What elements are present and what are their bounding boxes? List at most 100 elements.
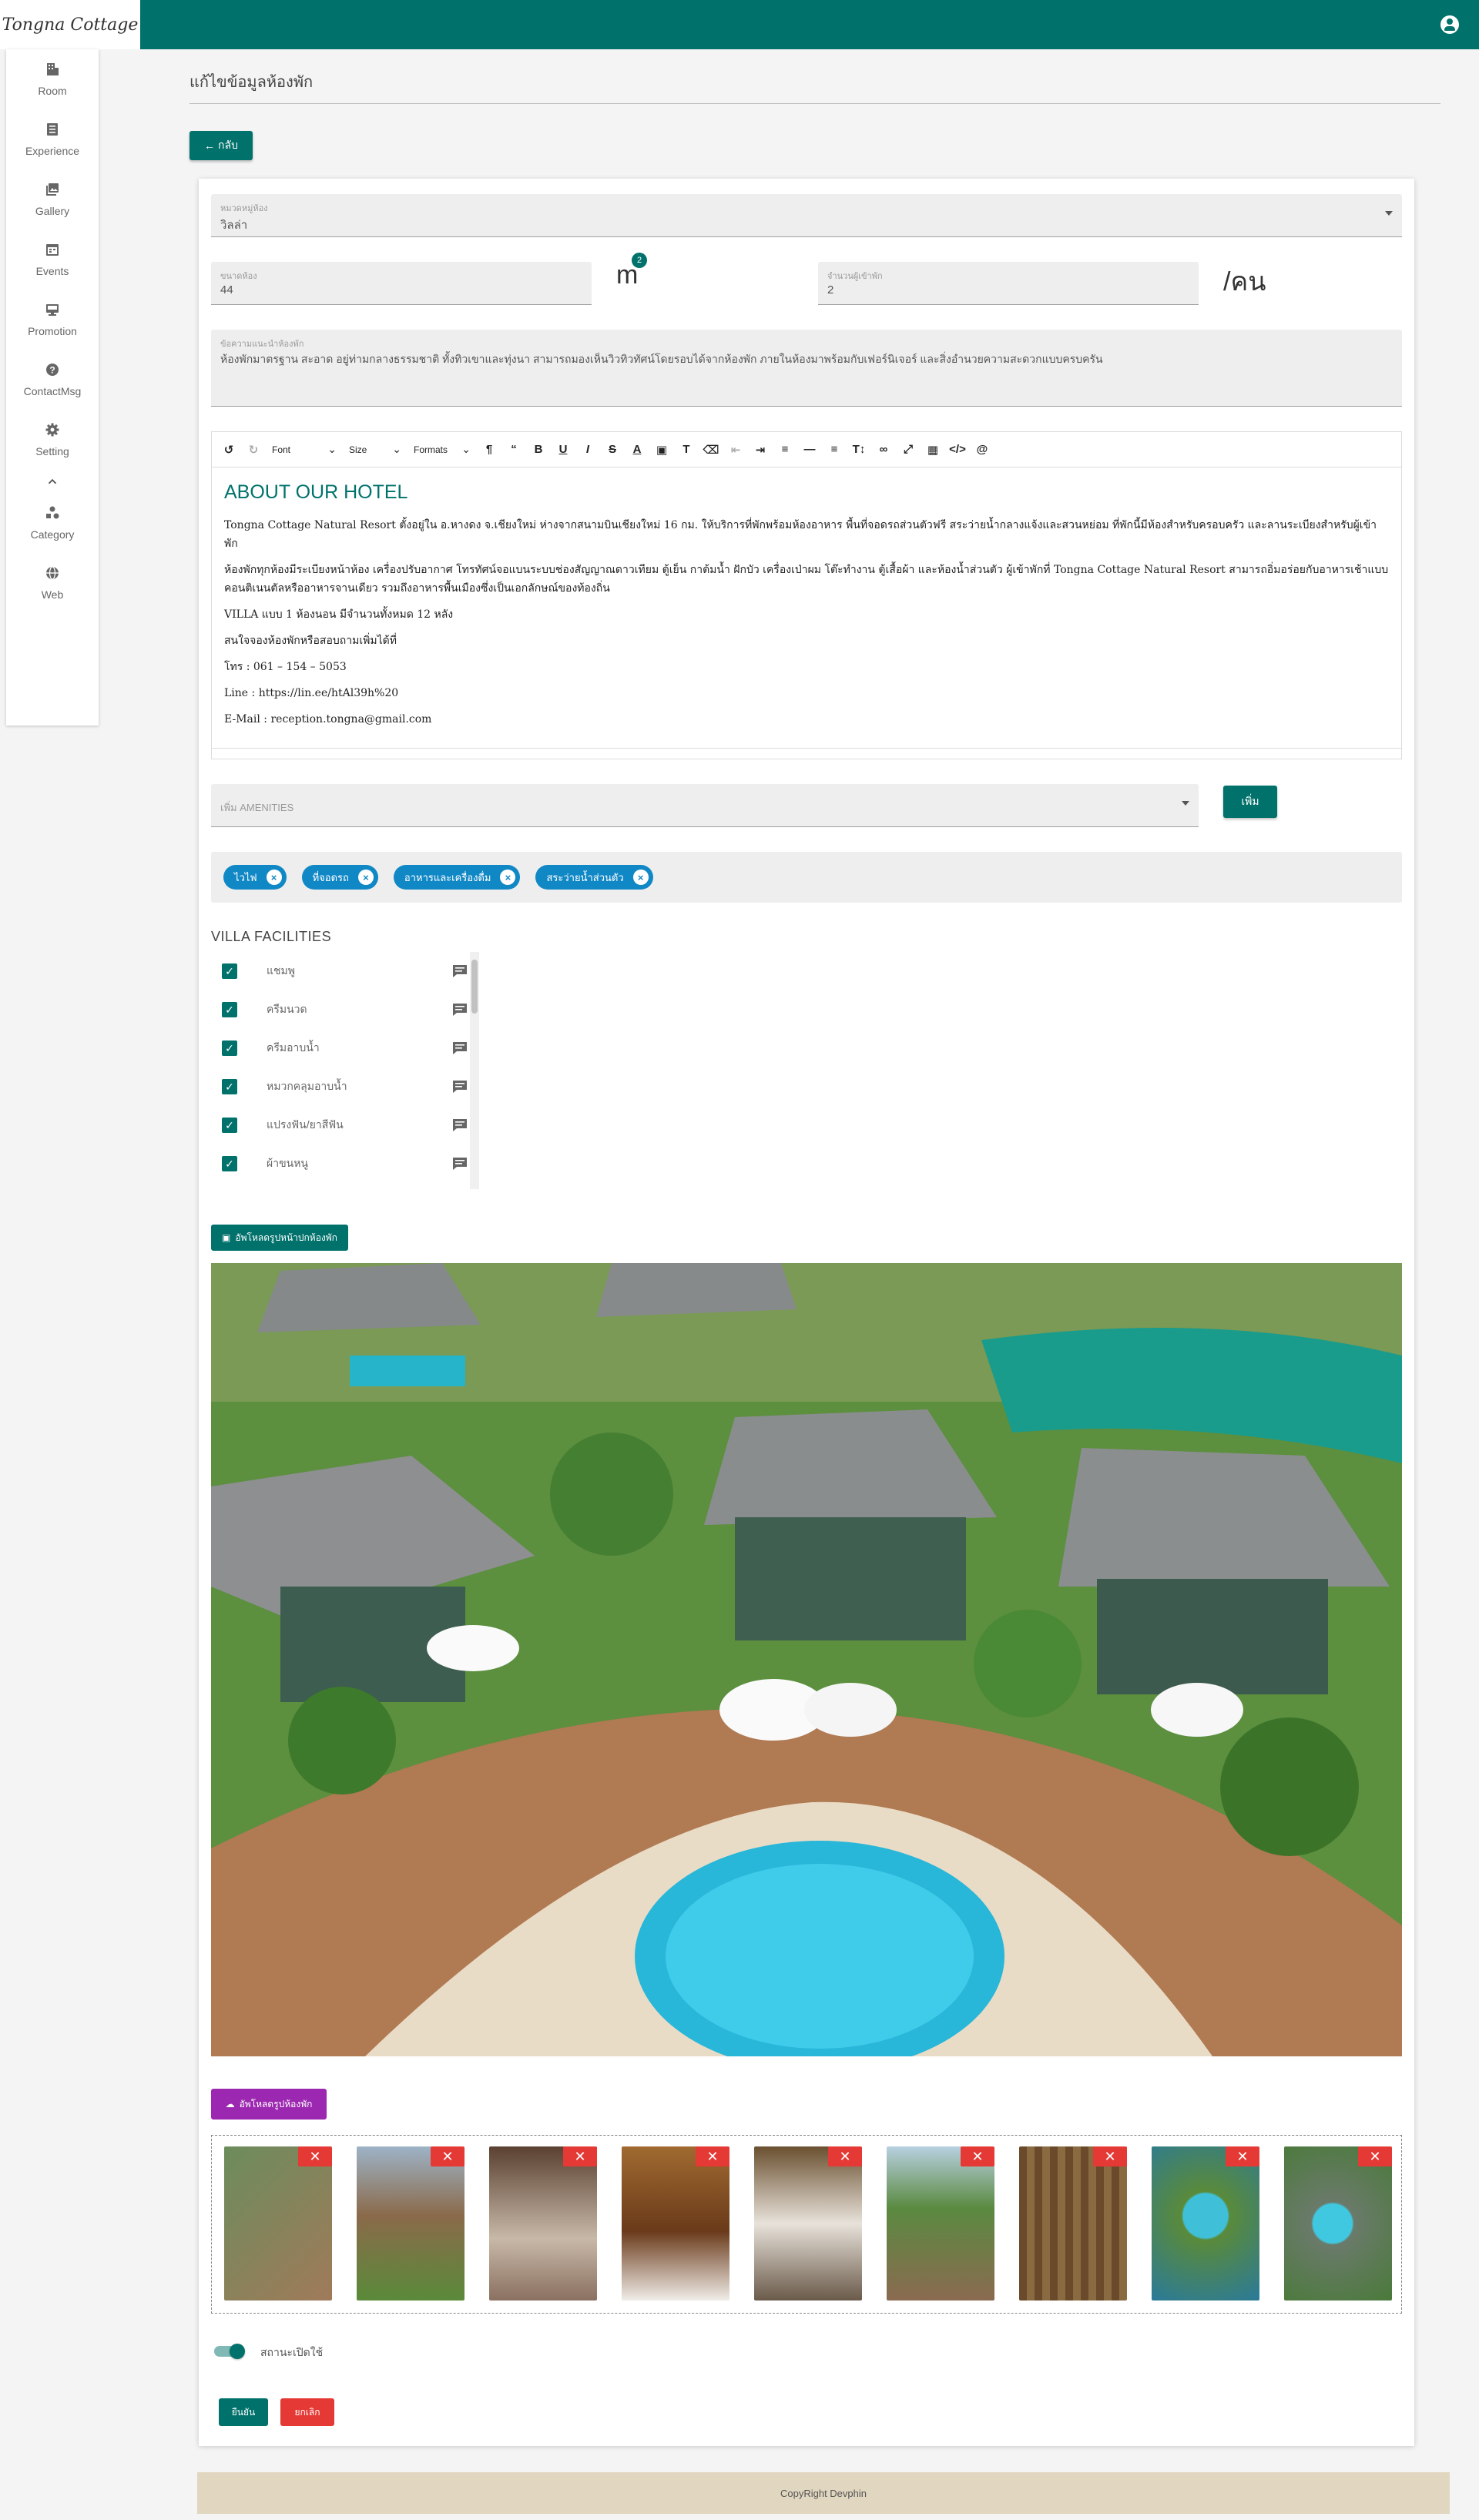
- quote-icon[interactable]: “: [503, 439, 525, 461]
- description-textarea[interactable]: ข้อความแนะนำห้องพัก ห้องพักมาตรฐาน สะอาด…: [211, 330, 1402, 407]
- facility-checkbox[interactable]: ✓: [222, 1002, 237, 1017]
- size-dropdown[interactable]: Size: [344, 439, 406, 461]
- highlight-icon[interactable]: ▣: [651, 439, 672, 461]
- remove-image-icon[interactable]: ✕: [563, 2146, 597, 2166]
- user-account-icon[interactable]: [1440, 15, 1459, 34]
- gallery-thumbnail[interactable]: ✕: [1152, 2146, 1259, 2301]
- status-label: สถานะเปิดใช้: [260, 2346, 324, 2358]
- redo-icon[interactable]: ↻: [243, 439, 264, 461]
- back-button[interactable]: ← กลับ: [189, 131, 253, 160]
- facilities-scrollbar[interactable]: [470, 952, 479, 1189]
- remove-chip-icon[interactable]: ×: [632, 870, 649, 885]
- remove-image-icon[interactable]: ✕: [1093, 2146, 1127, 2166]
- sidebar-item-label: Room: [38, 85, 67, 97]
- facilities-title: VILLA FACILITIES: [211, 929, 332, 944]
- gallery-thumbnail[interactable]: ✕: [754, 2146, 862, 2301]
- sidebar-item-experience[interactable]: Experience: [6, 109, 99, 169]
- remove-image-icon[interactable]: ✕: [961, 2146, 994, 2166]
- remove-image-icon[interactable]: ✕: [1226, 2146, 1259, 2166]
- list-ordered-icon[interactable]: ≡: [823, 439, 845, 461]
- remove-chip-icon[interactable]: ×: [500, 870, 516, 885]
- sidebar-item-setting[interactable]: Setting: [6, 410, 99, 470]
- category-select[interactable]: หมวดหมู่ห้อง วิลล่า: [211, 194, 1402, 237]
- amenity-chip-label: อาหารและเครื่องดื่ม: [404, 871, 491, 883]
- gallery-thumbnail[interactable]: ✕: [357, 2146, 464, 2301]
- italic-icon[interactable]: I: [577, 439, 599, 461]
- comment-icon[interactable]: [451, 963, 468, 979]
- horizontal-rule-icon[interactable]: —: [799, 439, 820, 461]
- sidebar-item-contactmsg[interactable]: ? ContactMsg: [6, 350, 99, 410]
- editor-content[interactable]: ABOUT OUR HOTEL Tongna Cottage Natural R…: [212, 467, 1401, 750]
- confirm-button[interactable]: ยืนยัน: [219, 2398, 268, 2426]
- undo-icon[interactable]: ↺: [218, 439, 240, 461]
- align-icon[interactable]: ≡: [774, 439, 796, 461]
- copyright-text: CopyRight Devphin: [780, 2487, 867, 2499]
- font-color-icon[interactable]: A: [626, 439, 648, 461]
- cancel-button[interactable]: ยกเลิก: [280, 2398, 334, 2426]
- upload-cover-label: อัพโหลดรูปหน้าปกห้องพัก: [235, 1232, 337, 1243]
- bold-icon[interactable]: B: [528, 439, 549, 461]
- line-height-icon[interactable]: T↕: [848, 439, 870, 461]
- upload-room-images-button[interactable]: ☁ อัพโหลดรูปห้องพัก: [211, 2089, 327, 2120]
- remove-image-icon[interactable]: ✕: [696, 2146, 729, 2166]
- code-view-icon[interactable]: </>: [947, 439, 968, 461]
- facility-checkbox[interactable]: ✓: [222, 1041, 237, 1056]
- facility-checkbox[interactable]: ✓: [222, 1156, 237, 1171]
- indent-decrease-icon[interactable]: ⇤: [725, 439, 746, 461]
- facility-checkbox[interactable]: ✓: [222, 963, 237, 979]
- underline-icon[interactable]: U: [552, 439, 574, 461]
- guests-field[interactable]: จำนวนผู้เข้าพัก 2: [818, 262, 1199, 305]
- sidebar-item-events[interactable]: Events: [6, 230, 99, 290]
- indent-increase-icon[interactable]: ⇥: [750, 439, 771, 461]
- font-dropdown[interactable]: Font: [267, 439, 341, 461]
- remove-image-icon[interactable]: ✕: [298, 2146, 332, 2166]
- link-icon[interactable]: ∞: [873, 439, 894, 461]
- sidebar-item-category[interactable]: Category: [6, 493, 99, 553]
- comment-icon[interactable]: [451, 1002, 468, 1017]
- remove-chip-icon[interactable]: ×: [357, 870, 374, 885]
- facility-checkbox[interactable]: ✓: [222, 1079, 237, 1094]
- gallery-thumbnail[interactable]: ✕: [1019, 2146, 1127, 2301]
- upload-cover-button[interactable]: ▣ อัพโหลดรูปหน้าปกห้องพัก: [211, 1225, 348, 1251]
- facility-label: ผ้าขนหนู: [267, 1157, 309, 1169]
- remove-image-icon[interactable]: ✕: [828, 2146, 862, 2166]
- amenities-select[interactable]: เพิ่ม AMENITIES: [211, 784, 1199, 827]
- strikethrough-icon[interactable]: S: [602, 439, 623, 461]
- formats-dropdown[interactable]: Formats: [409, 439, 475, 461]
- table-icon[interactable]: ▦: [922, 439, 944, 461]
- gallery-thumbnail[interactable]: ✕: [224, 2146, 332, 2301]
- comment-icon[interactable]: [451, 1156, 468, 1171]
- remove-image-icon[interactable]: ✕: [1358, 2146, 1392, 2166]
- brand-logo[interactable]: Tongna Cottage: [0, 0, 140, 49]
- gallery-thumbnail[interactable]: ✕: [622, 2146, 729, 2301]
- sidebar-item-label: Setting: [35, 445, 69, 457]
- facility-checkbox[interactable]: ✓: [222, 1118, 237, 1133]
- gallery-thumbnail[interactable]: ✕: [887, 2146, 994, 2301]
- sidebar-item-room[interactable]: Room: [6, 49, 99, 109]
- status-toggle[interactable]: [214, 2344, 245, 2359]
- editor-heading: ABOUT OUR HOTEL: [224, 481, 408, 503]
- paragraph-icon[interactable]: ¶: [478, 439, 500, 461]
- gallery-thumbnail[interactable]: ✕: [489, 2146, 597, 2301]
- mention-icon[interactable]: @: [971, 439, 993, 461]
- comment-icon[interactable]: [451, 1041, 468, 1056]
- remove-chip-icon[interactable]: ×: [266, 870, 282, 885]
- square-superscript-badge: 2: [632, 253, 647, 268]
- sidebar-item-web[interactable]: Web: [6, 553, 99, 613]
- add-amenity-button[interactable]: เพิ่ม: [1223, 786, 1277, 818]
- description-label: ข้อความแนะนำห้องพัก: [220, 340, 304, 349]
- scrollbar-thumb[interactable]: [471, 960, 478, 1014]
- sidebar-item-promotion[interactable]: Promotion: [6, 290, 99, 350]
- comment-icon[interactable]: [451, 1079, 468, 1094]
- sidebar-collapse-toggle[interactable]: [6, 470, 99, 493]
- text-style-icon[interactable]: T: [676, 439, 697, 461]
- fullscreen-icon[interactable]: ⤢: [897, 439, 919, 461]
- list-item: ✓ ผ้าขนหนู: [211, 1144, 490, 1183]
- eraser-icon[interactable]: ⌫: [700, 439, 722, 461]
- gallery-thumbnail[interactable]: ✕: [1284, 2146, 1392, 2301]
- sidebar-item-gallery[interactable]: Gallery: [6, 169, 99, 230]
- remove-image-icon[interactable]: ✕: [431, 2146, 464, 2166]
- question-icon: ?: [46, 364, 59, 376]
- comment-icon[interactable]: [451, 1118, 468, 1133]
- room-size-field[interactable]: ขนาดห้อง 44: [211, 262, 592, 305]
